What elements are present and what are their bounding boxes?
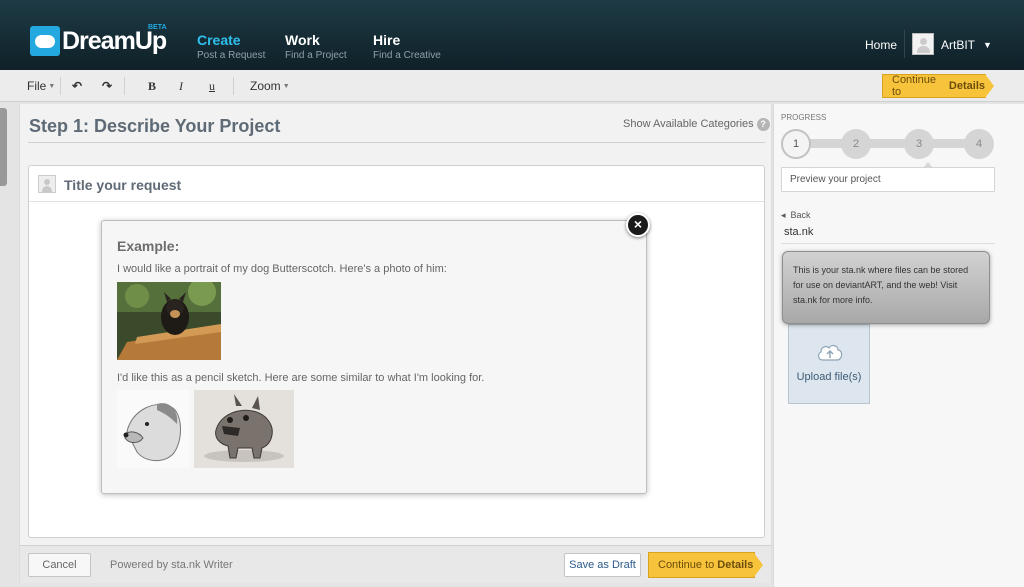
editor-toolbar: File ▼ ↶ ↷ B I u Zoom ▼ Continue to Details [0,70,1024,102]
dreamup-logo[interactable]: DreamUp BETA [30,24,167,58]
user-avatar[interactable] [912,33,934,55]
show-categories-link[interactable]: Show Available Categories? [623,118,770,131]
show-categories-label: Show Available Categories [623,118,754,130]
caret-down-icon: ▼ [48,83,56,91]
close-icon[interactable]: × [626,213,650,237]
example-text: I'd like this as a pencil sketch. Here a… [117,372,485,384]
divider [124,77,125,95]
progress-step-2[interactable]: 2 [841,129,871,159]
username-link[interactable]: ArtBIT [941,38,975,52]
continue-label-bold: Details [717,559,754,571]
creature-sketch-image [194,390,294,468]
nav-hire[interactable]: Hire Find a Creative [373,32,441,61]
divider [904,30,905,58]
nav-create-subtitle: Post a Request [197,50,266,61]
save-draft-button[interactable]: Save as Draft [564,553,641,577]
caret-down-icon: ▼ [282,83,290,91]
dog-sketch-image [117,390,189,468]
nav-work[interactable]: Work Find a Project [285,32,347,61]
zoom-menu-label: Zoom [250,79,281,93]
nav-work-title: Work [285,32,320,48]
powered-by-text: Powered by sta.nk Writer [110,559,233,571]
back-label: Back [790,210,811,220]
user-avatar [38,175,56,193]
right-sidebar: PROGRESS 1 2 3 4 Preview your project ◂ … [773,104,1024,587]
preview-project-tooltip: Preview your project [781,162,995,192]
progress-step-1[interactable]: 1 [781,129,811,159]
continue-label: Continue to [658,559,715,571]
progress-label: PROGRESS [781,113,827,122]
upload-label: Upload file(s) [796,371,862,383]
back-link[interactable]: ◂ Back [781,210,811,221]
divider [233,77,234,95]
nav-create[interactable]: Create Post a Request [197,32,265,61]
cloud-logo-icon [30,26,60,56]
progress-step-3[interactable]: 3 [904,129,934,159]
nav-work-subtitle: Find a Project [285,50,347,61]
zoom-menu[interactable]: Zoom ▼ [250,79,290,93]
bold-button[interactable]: B [148,79,156,94]
nav-hire-subtitle: Find a Creative [373,50,441,61]
file-menu[interactable]: File ▼ [27,79,55,93]
top-header: DreamUp BETA Create Post a Request Work … [0,0,1024,70]
dog-photo-image [117,282,221,360]
example-popup: Example: I would like a portrait of my d… [101,220,647,494]
divider [781,243,995,244]
redo-icon[interactable]: ↷ [102,79,112,93]
stank-info-tooltip: This is your sta.nk where files can be s… [782,251,990,324]
cloud-upload-icon [817,344,843,361]
underline-button[interactable]: u [209,79,215,94]
upload-files-button[interactable]: Upload file(s) [788,324,870,404]
nav-hire-title: Hire [373,32,401,48]
home-link[interactable]: Home [865,38,897,52]
page-title: Step 1: Describe Your Project [29,116,281,136]
request-title-field[interactable]: Title your request [64,177,181,193]
editor-footer: Cancel Powered by sta.nk Writer Save as … [20,545,771,583]
continue-to-details-button[interactable]: Continue to Details [882,74,994,98]
example-text: I would like a portrait of my dog Butter… [117,263,447,275]
stank-heading: sta.nk [784,226,814,238]
nav-create-title: Create [197,32,241,48]
progress-track [796,139,980,148]
beta-badge: BETA [148,24,167,31]
cancel-button[interactable]: Cancel [28,553,91,577]
request-title-row[interactable]: Title your request [29,166,764,202]
italic-button[interactable]: I [179,79,183,94]
back-arrow-icon: ◂ [781,210,786,220]
continue-to-details-button[interactable]: Continue to Details [648,552,763,578]
chevron-down-icon[interactable]: ▼ [983,40,992,50]
help-icon[interactable]: ? [756,118,770,131]
continue-label-bold: Details [948,80,985,92]
divider [28,142,765,143]
continue-label: Continue to [892,74,937,98]
side-drawer-handle[interactable] [0,108,7,186]
divider [60,77,61,95]
undo-icon[interactable]: ↶ [72,79,82,93]
progress-step-4[interactable]: 4 [964,129,994,159]
example-heading: Example: [117,238,180,254]
file-menu-label: File [27,79,47,93]
